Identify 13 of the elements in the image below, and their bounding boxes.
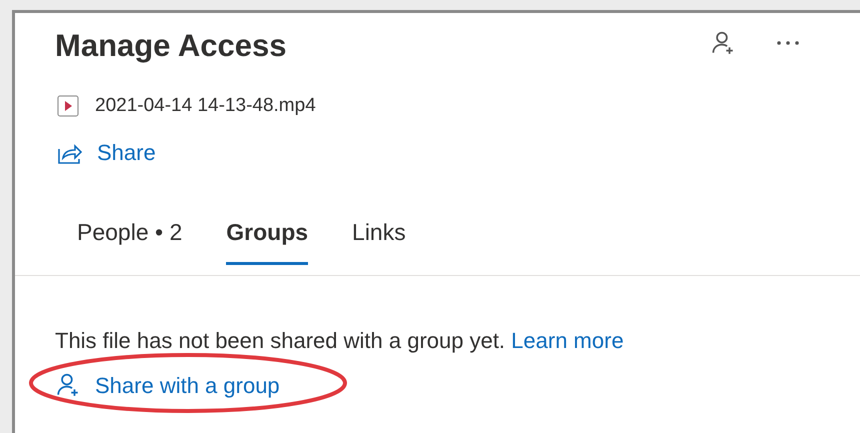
empty-message: This file has not been shared with a group yet. Learn more [54, 326, 625, 355]
video-file-icon [57, 94, 79, 117]
tab[interactable]: Links [352, 215, 406, 264]
file-name: 2021-04-14 14-13-48.mp4 [95, 94, 316, 118]
add-person-icon[interactable] [55, 372, 81, 398]
tab[interactable]: People • 2 [77, 215, 182, 264]
share-link[interactable]: Share [15, 136, 156, 169]
more-icon[interactable] [776, 40, 800, 46]
share-with-group-link[interactable]: Share with a group [15, 368, 280, 402]
learn-more-link[interactable]: Learn more [511, 328, 624, 352]
panel-title: Manage Access [55, 27, 286, 65]
tab[interactable]: Groups [226, 215, 308, 264]
add-person-icon[interactable] [710, 30, 736, 56]
